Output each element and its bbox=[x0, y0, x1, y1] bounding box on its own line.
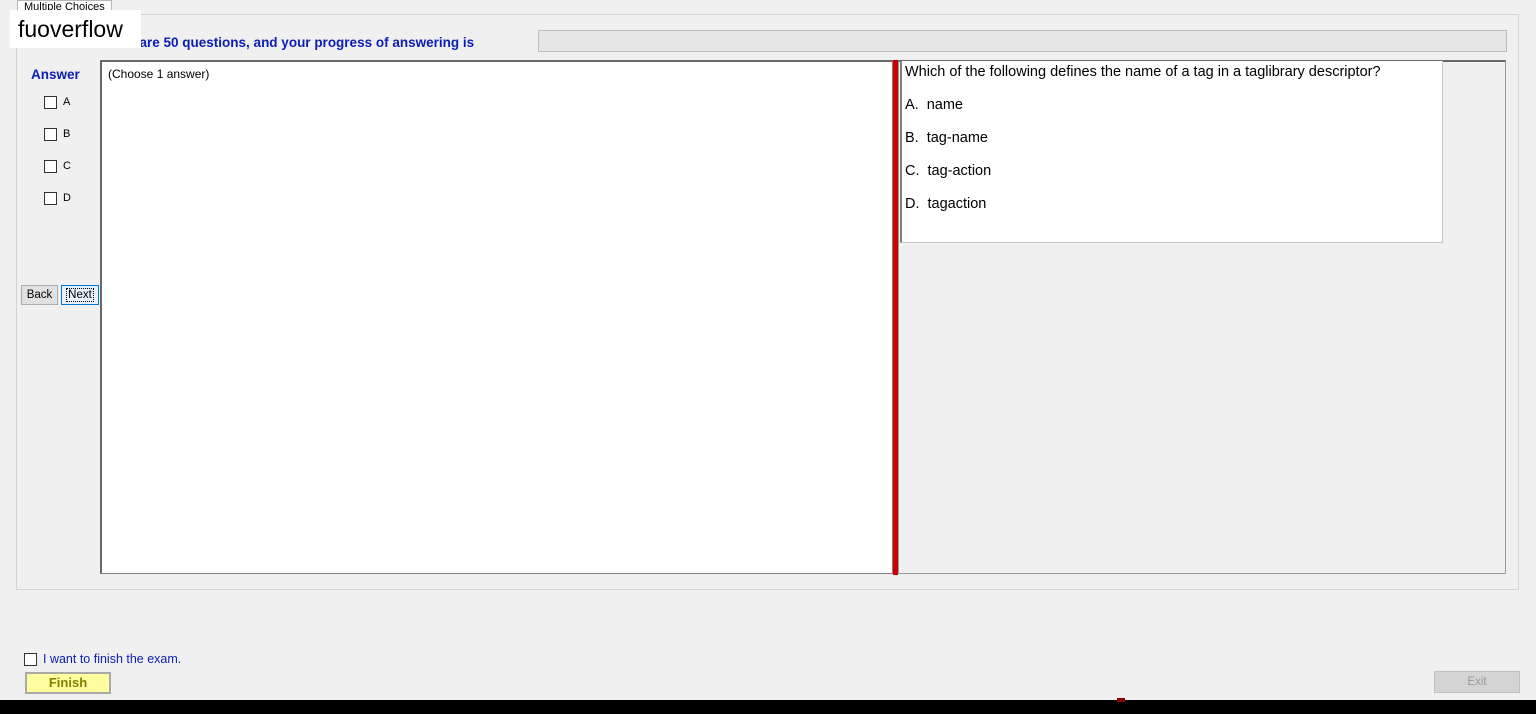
finish-checkbox-label: I want to finish the exam. bbox=[43, 652, 182, 666]
back-button[interactable]: Back bbox=[21, 285, 58, 305]
taskbar-indicator bbox=[1117, 698, 1125, 702]
finish-exam-checkbox[interactable]: I want to finish the exam. bbox=[24, 652, 181, 666]
progress-bar bbox=[538, 30, 1507, 52]
answer-text-panel[interactable]: (Choose 1 answer) bbox=[100, 60, 893, 574]
question-text: Which of the following defines the name … bbox=[905, 64, 1381, 80]
choice-text: tag-action bbox=[927, 163, 992, 179]
answer-option-label: B bbox=[63, 128, 71, 140]
question-choice-a: A. name bbox=[905, 97, 963, 113]
question-choice-b: B. tag-name bbox=[905, 130, 988, 146]
checkbox-d[interactable] bbox=[44, 191, 57, 205]
answer-option-d[interactable]: D bbox=[44, 191, 71, 205]
next-button-label: Next bbox=[66, 288, 94, 302]
answer-option-label: A bbox=[63, 96, 71, 108]
choice-text: tagaction bbox=[927, 196, 987, 212]
answer-option-c[interactable]: C bbox=[44, 159, 71, 173]
taskbar bbox=[0, 700, 1536, 714]
choice-letter: D. bbox=[905, 196, 920, 212]
answer-hint: (Choose 1 answer) bbox=[108, 67, 210, 81]
answer-option-a[interactable]: A bbox=[44, 95, 70, 109]
choice-letter: B. bbox=[905, 130, 919, 146]
finish-button[interactable]: Finish bbox=[25, 672, 111, 694]
checkbox-c[interactable] bbox=[44, 159, 57, 173]
checkbox-b[interactable] bbox=[44, 127, 57, 141]
exit-button[interactable]: Exit bbox=[1434, 671, 1520, 693]
answer-heading: Answer bbox=[31, 67, 80, 82]
choice-letter: C. bbox=[905, 163, 920, 179]
question-choice-d: D. tagaction bbox=[905, 196, 986, 212]
choice-letter: A. bbox=[905, 97, 919, 113]
answer-option-label: C bbox=[63, 160, 71, 172]
question-box: Which of the following defines the name … bbox=[900, 61, 1443, 243]
answer-option-b[interactable]: B bbox=[44, 127, 70, 141]
checkbox-a[interactable] bbox=[44, 95, 57, 109]
choice-text: name bbox=[926, 97, 963, 113]
finish-checkbox-box[interactable] bbox=[24, 652, 37, 666]
progress-label: There are 50 questions, and your progres… bbox=[99, 35, 475, 50]
next-button[interactable]: Next bbox=[61, 285, 99, 305]
question-choice-c: C. tag-action bbox=[905, 163, 991, 179]
choice-text: tag-name bbox=[926, 130, 988, 146]
answer-option-label: D bbox=[63, 192, 71, 204]
watermark: fuoverflow bbox=[10, 10, 141, 48]
